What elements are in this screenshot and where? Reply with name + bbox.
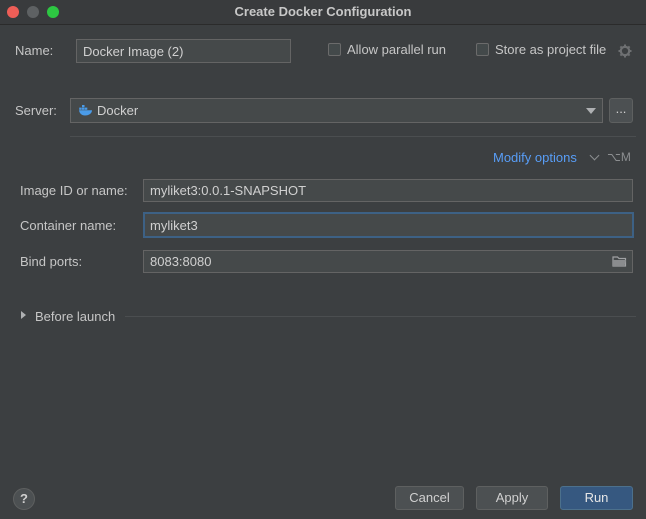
dialog-title: Create Docker Configuration (234, 4, 412, 19)
server-value: Docker (97, 103, 139, 118)
before-launch-label[interactable]: Before launch (35, 309, 115, 324)
folder-icon[interactable] (612, 255, 627, 267)
gear-icon[interactable] (618, 44, 632, 58)
store-project-label: Store as project file (495, 42, 607, 57)
divider (125, 316, 636, 317)
image-id-label: Image ID or name: (20, 183, 128, 198)
title-bar: Create Docker Configuration (0, 0, 646, 25)
apply-button[interactable]: Apply (476, 486, 548, 510)
docker-icon (79, 105, 92, 116)
cancel-button[interactable]: Cancel (395, 486, 464, 510)
container-name-input[interactable] (143, 212, 634, 238)
modify-options-link[interactable]: Modify options (493, 150, 577, 165)
server-more-button[interactable]: ... (609, 98, 633, 123)
allow-parallel-label: Allow parallel run (347, 42, 446, 57)
bind-ports-input[interactable] (143, 250, 633, 273)
help-button[interactable]: ? (13, 488, 35, 510)
name-input[interactable] (76, 39, 291, 63)
name-label: Name: (15, 43, 54, 58)
modify-options-shortcut: ⌥M (607, 150, 631, 164)
server-label: Server: (15, 103, 57, 118)
allow-parallel-checkbox[interactable] (328, 43, 341, 56)
chevron-down-icon (589, 150, 600, 161)
container-name-label: Container name: (20, 218, 117, 233)
store-project-checkbox[interactable] (476, 43, 489, 56)
image-id-input[interactable] (143, 179, 633, 202)
chevron-down-icon (586, 108, 596, 114)
server-select[interactable]: Docker (70, 98, 603, 123)
dialog-window: Create Docker Configuration Name: Allow … (0, 0, 646, 519)
bind-ports-label: Bind ports: (20, 254, 83, 269)
run-button[interactable]: Run (560, 486, 633, 510)
divider (70, 136, 636, 137)
expand-arrow-icon[interactable] (21, 311, 26, 319)
